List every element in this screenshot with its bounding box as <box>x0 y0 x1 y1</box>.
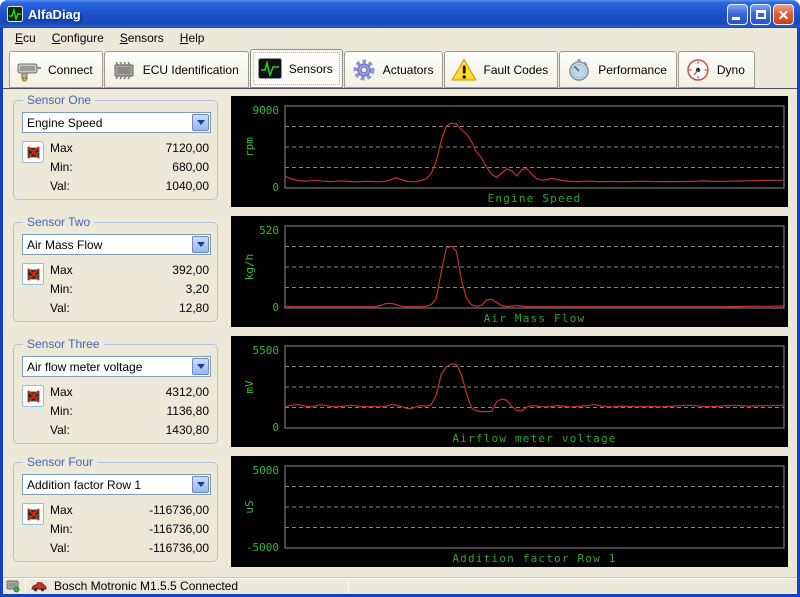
stat-val: Val: 1430,80 <box>50 423 209 437</box>
reset-minmax-button[interactable] <box>22 141 44 163</box>
chevron-down-icon[interactable] <box>192 236 209 253</box>
chevron-down-icon[interactable] <box>192 476 209 493</box>
statusbar: Bosch Motronic M1.5.5 Connected <box>3 577 797 594</box>
engine-speed-chart: 9000 0 rpm Engine Speed <box>231 96 788 207</box>
reset-minmax-icon <box>26 507 40 521</box>
airflow-meter-voltage-chart: 5500 0 mV Airflow meter voltage <box>231 336 788 447</box>
chip-icon <box>114 61 134 79</box>
connection-icon <box>6 580 20 592</box>
sensor-three-select[interactable]: Air flow meter voltage <box>22 356 211 377</box>
toolbar: Connect ECU Identification Sensors Actua… <box>3 48 797 89</box>
air-mass-flow-chart: 520 0 kg/h Air Mass Flow <box>231 216 788 327</box>
stat-max: Max 392,00 <box>50 263 209 277</box>
menu-configure[interactable]: Configure <box>44 29 112 47</box>
window-title: AlfaDiag <box>28 6 81 22</box>
chevron-down-icon[interactable] <box>192 358 209 375</box>
car-icon <box>31 581 47 591</box>
warning-triangle-icon <box>451 58 477 80</box>
sensor-two-panel: Sensor Two Air Mass Flow Max 392,00 Min: 3… <box>13 215 218 322</box>
minimize-icon <box>732 16 740 20</box>
svg-text:Engine Speed: Engine Speed <box>488 192 582 205</box>
sensor-one-select[interactable]: Engine Speed <box>22 112 211 133</box>
svg-text:kg/h: kg/h <box>243 254 256 281</box>
menu-sensors[interactable]: Sensors <box>112 29 172 47</box>
reset-minmax-button[interactable] <box>22 385 44 407</box>
statusbar-divider <box>25 579 26 593</box>
svg-text:mV: mV <box>243 380 256 394</box>
gauge-icon <box>687 58 709 81</box>
actuators-button[interactable]: Actuators <box>343 51 444 88</box>
groupbox-caption: Sensor One <box>23 93 96 107</box>
ecu-identification-button[interactable]: ECU Identification <box>103 51 249 88</box>
waveform-icon <box>257 57 282 79</box>
gear-icon <box>353 59 375 80</box>
stat-val: Val: 1040,00 <box>50 179 209 193</box>
close-button[interactable] <box>773 3 794 25</box>
stat-val: Val: -116736,00 <box>50 541 209 555</box>
app-window: AlfaDiag Ecu Configure Sensors Help Conn… <box>0 0 800 597</box>
svg-text:9000: 9000 <box>253 104 280 117</box>
connect-button[interactable]: Connect <box>9 51 103 88</box>
stat-min: Min: 680,00 <box>50 160 209 174</box>
maximize-icon <box>756 9 766 19</box>
svg-text:Addition factor Row 1: Addition factor Row 1 <box>452 552 616 565</box>
sensors-button[interactable]: Sensors <box>249 49 343 88</box>
connect-icon <box>17 63 41 81</box>
sensor-two-select[interactable]: Air Mass Flow <box>22 234 211 255</box>
stat-min: Min: 1136,80 <box>50 404 209 418</box>
minimize-button[interactable] <box>727 3 748 25</box>
svg-text:uS: uS <box>243 500 256 513</box>
svg-text:0: 0 <box>272 421 279 434</box>
stat-max: Max -116736,00 <box>50 503 209 517</box>
svg-text:520: 520 <box>259 224 279 237</box>
menubar: Ecu Configure Sensors Help <box>3 28 797 48</box>
menu-help[interactable]: Help <box>172 29 213 47</box>
svg-text:rpm: rpm <box>243 137 256 157</box>
groupbox-caption: Sensor Three <box>23 337 104 351</box>
reset-minmax-icon <box>26 145 40 159</box>
titlebar: AlfaDiag <box>0 0 800 28</box>
sensor-three-panel: Sensor Three Air flow meter voltage Max 4… <box>13 337 218 444</box>
groupbox-caption: Sensor Four <box>23 455 98 469</box>
reset-minmax-button[interactable] <box>22 263 44 285</box>
maximize-button[interactable] <box>750 3 771 25</box>
app-icon <box>7 6 23 22</box>
svg-text:5000: 5000 <box>253 464 280 477</box>
reset-minmax-icon <box>26 267 40 281</box>
reset-minmax-button[interactable] <box>22 503 44 525</box>
status-text: Bosch Motronic M1.5.5 Connected <box>54 579 239 593</box>
stat-max: Max 4312,00 <box>50 385 209 399</box>
svg-text:Airflow meter voltage: Airflow meter voltage <box>452 432 616 445</box>
svg-text:Air Mass Flow: Air Mass Flow <box>484 312 586 325</box>
dyno-button[interactable]: Dyno <box>677 51 755 88</box>
svg-text:0: 0 <box>272 301 279 314</box>
svg-text:-5000: -5000 <box>246 541 279 554</box>
stat-min: Min: 3,20 <box>50 282 209 296</box>
reset-minmax-icon <box>26 389 40 403</box>
chevron-down-icon[interactable] <box>192 114 209 131</box>
menu-ecu[interactable]: Ecu <box>7 29 44 47</box>
addition-factor-chart: 5000 -5000 uS Addition factor Row 1 <box>231 456 788 567</box>
stat-min: Min: -116736,00 <box>50 522 209 536</box>
svg-text:5500: 5500 <box>253 344 280 357</box>
svg-text:0: 0 <box>272 181 279 194</box>
sensor-four-panel: Sensor Four Addition factor Row 1 Max -11… <box>13 455 218 562</box>
groupbox-caption: Sensor Two <box>23 215 95 229</box>
stopwatch-icon <box>569 58 589 81</box>
sensor-one-panel: Sensor One Engine Speed Max 7120,00 Min: 6… <box>13 93 218 200</box>
fault-codes-button[interactable]: Fault Codes <box>444 51 559 88</box>
stat-val: Val: 12,80 <box>50 301 209 315</box>
sensor-four-select[interactable]: Addition factor Row 1 <box>22 474 211 495</box>
statusbar-panel-separator <box>348 580 349 593</box>
performance-button[interactable]: Performance <box>559 51 677 88</box>
stat-max: Max 7120,00 <box>50 141 209 155</box>
